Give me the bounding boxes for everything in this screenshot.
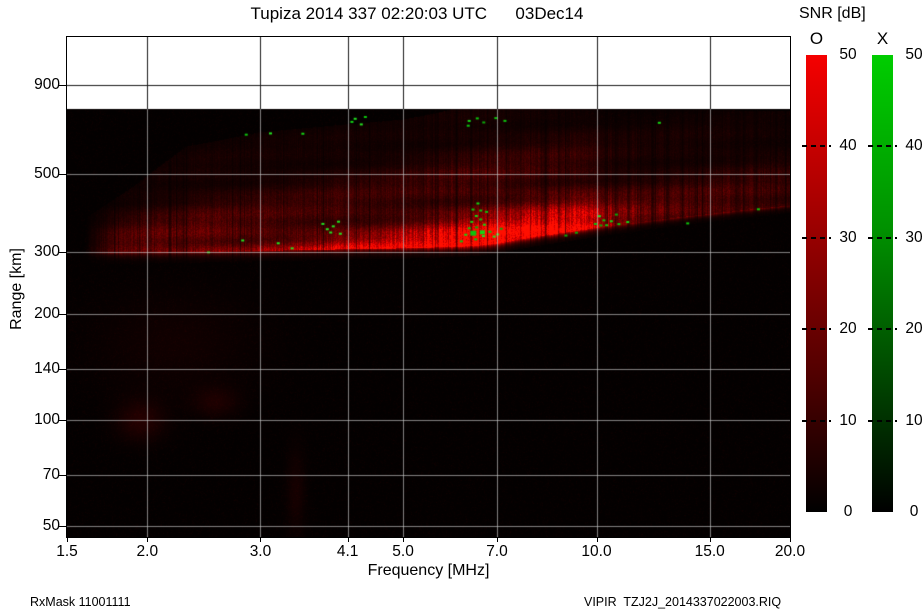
y-tick-label: 50: [18, 517, 60, 535]
colorbar-tick-dash: [868, 328, 897, 330]
y-tick-label: 70: [18, 466, 60, 484]
y-tick-label: 900: [18, 76, 60, 94]
x-tick-mark: [790, 538, 791, 542]
colorbar-tick-label: 0: [904, 503, 922, 521]
o-mode-label: O: [806, 29, 827, 49]
colorbar-tick-label: 10: [838, 412, 858, 430]
x-tick-label: 15.0: [688, 543, 732, 561]
colorbar-tick-label: 50: [904, 46, 922, 64]
x-mode-label: X: [872, 29, 893, 49]
y-tick-label: 300: [18, 243, 60, 261]
colorbar-tick-dash: [802, 420, 831, 422]
colorbar-tick-label: 40: [904, 137, 922, 155]
y-tick-label: 500: [18, 165, 60, 183]
x-tick-label: 1.5: [45, 543, 89, 561]
x-tick-label: 3.0: [238, 543, 282, 561]
colorbar-tick-label: 10: [904, 412, 922, 430]
filename-text: VIPIR TZJ2J_2014337022003.RIQ: [584, 595, 781, 609]
x-tick-mark: [497, 538, 498, 542]
colorbar-tick-label: 20: [838, 320, 858, 338]
y-tick-mark: [59, 314, 66, 315]
colorbar-tick-label: 40: [838, 137, 858, 155]
x-tick-mark: [147, 538, 148, 542]
x-tick-mark: [597, 538, 598, 542]
y-tick-mark: [59, 174, 66, 175]
x-tick-mark: [67, 538, 68, 542]
ionogram-page: Tupiza 2014 337 02:20:03 UTC 03Dec14 SNR…: [0, 0, 922, 614]
colorbar-tick-dash: [868, 237, 897, 239]
x-mode-colorbar: [872, 55, 893, 512]
x-tick-mark: [403, 538, 404, 542]
x-tick-mark: [348, 538, 349, 542]
colorbar-tick-label: 20: [904, 320, 922, 338]
y-tick-mark: [59, 526, 66, 527]
x-tick-label: 7.0: [475, 543, 519, 561]
y-tick-mark: [59, 369, 66, 370]
x-axis-label: Frequency [MHz]: [67, 562, 790, 580]
x-tick-label: 5.0: [381, 543, 425, 561]
x-tick-label: 2.0: [125, 543, 169, 561]
y-tick-mark: [59, 85, 66, 86]
colorbar-tick-dash: [868, 145, 897, 147]
page-title: Tupiza 2014 337 02:20:03 UTC 03Dec14: [37, 4, 797, 24]
rxmask-text: RxMask 11001111: [30, 595, 131, 609]
ionogram-canvas: [67, 37, 790, 537]
y-tick-label: 140: [18, 360, 60, 378]
colorbar-tick-dash: [802, 145, 831, 147]
colorbar-tick-label: 30: [838, 229, 858, 247]
ionogram-plot: [66, 36, 791, 538]
snr-colorbar-title: SNR [dB]: [799, 5, 866, 23]
colorbar-tick-dash: [868, 420, 897, 422]
x-tick-label: 20.0: [768, 543, 812, 561]
y-tick-mark: [59, 252, 66, 253]
colorbar-tick-dash: [802, 328, 831, 330]
colorbar-tick-label: 50: [838, 46, 858, 64]
o-mode-colorbar: [806, 55, 827, 512]
x-tick-mark: [260, 538, 261, 542]
colorbar-tick-label: 0: [838, 503, 858, 521]
x-tick-label: 4.1: [326, 543, 370, 561]
colorbar-tick-dash: [802, 237, 831, 239]
y-tick-mark: [59, 420, 66, 421]
y-tick-mark: [59, 475, 66, 476]
x-tick-label: 10.0: [575, 543, 619, 561]
x-tick-mark: [710, 538, 711, 542]
y-tick-label: 200: [18, 305, 60, 323]
y-tick-label: 100: [18, 411, 60, 429]
colorbar-tick-label: 30: [904, 229, 922, 247]
